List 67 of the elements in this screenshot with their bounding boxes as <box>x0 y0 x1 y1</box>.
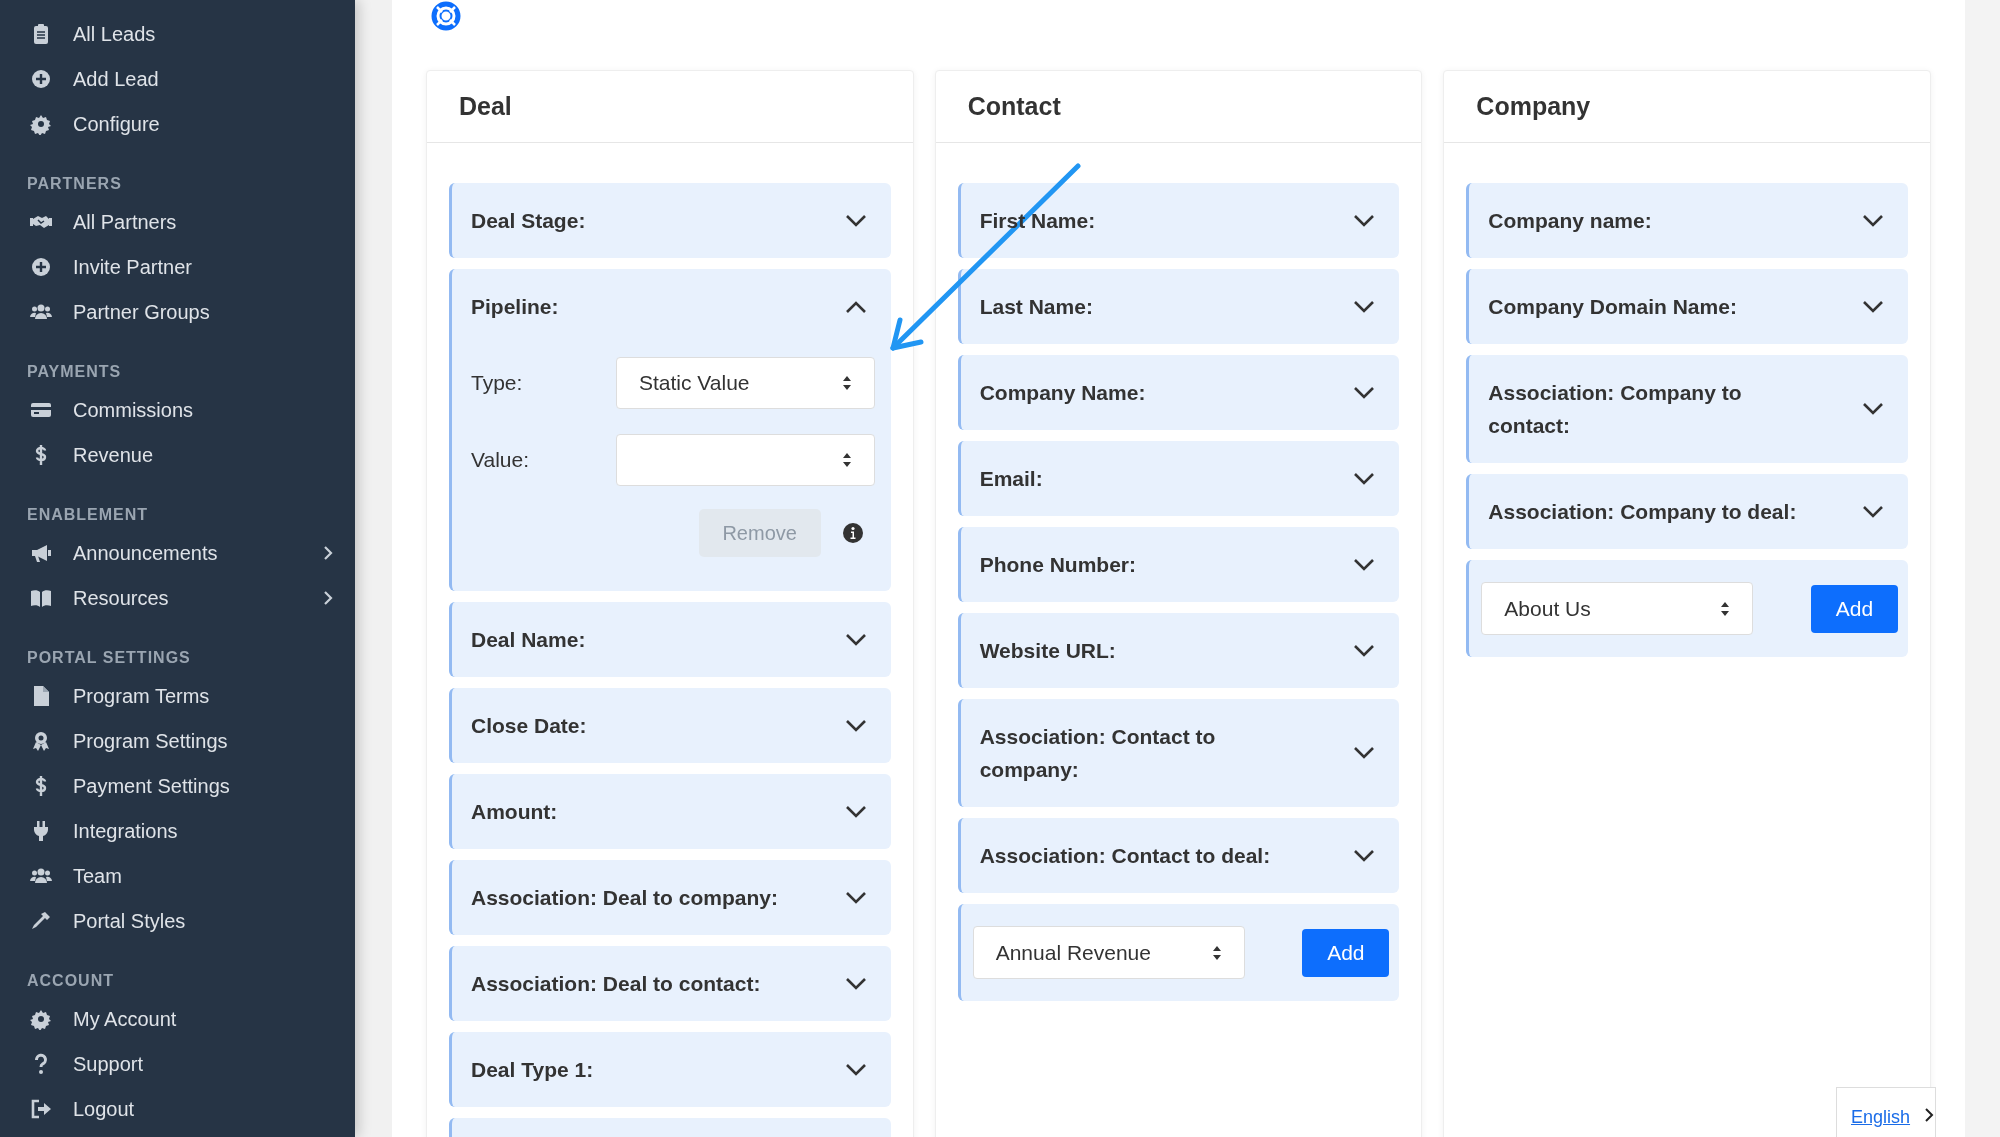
accordion-header[interactable]: Pipeline: <box>452 269 891 344</box>
section-heading: ACCOUNT <box>26 971 115 991</box>
accordion-header[interactable]: Website URL: <box>960 613 1400 688</box>
accordion-header[interactable]: Company Name: <box>960 355 1400 430</box>
section-heading: PORTAL SETTINGS <box>26 648 192 668</box>
sidebar-item[interactable]: All Partners <box>0 199 355 244</box>
accordion-header[interactable]: Association: Company to deal: <box>1469 474 1908 549</box>
info-icon[interactable] <box>842 523 863 543</box>
accordion-header[interactable]: Association: Contact to company: <box>960 699 1400 807</box>
sidebar-item[interactable]: Configure <box>0 101 355 146</box>
select-field[interactable]: Annual Revenue <box>972 926 1245 979</box>
sidebar-item[interactable]: Partner Groups <box>0 289 355 334</box>
section-heading: PAYMENTS <box>26 362 123 382</box>
plus-circle-icon <box>30 67 52 90</box>
accordion-header[interactable]: Last Name: <box>960 269 1400 344</box>
sort-caret-icon <box>841 452 852 468</box>
plus-circle-icon <box>30 255 52 278</box>
logout-icon <box>30 1097 52 1120</box>
eyedropper-icon <box>30 909 52 932</box>
accordion-header[interactable]: Deal Stage: <box>452 183 891 258</box>
accordion-header[interactable]: Association: Company to contact: <box>1469 355 1908 463</box>
card-title: Deal <box>459 90 512 122</box>
accordion-header[interactable]: Amount: <box>452 774 891 849</box>
award-icon <box>30 729 52 752</box>
sidebar-item[interactable]: Payment Settings <box>0 763 355 808</box>
card-title: Contact <box>967 90 1061 122</box>
sort-caret-icon <box>1720 600 1731 617</box>
sort-caret-icon <box>841 375 852 391</box>
sidebar-item[interactable]: Program Settings <box>0 718 355 763</box>
sidebar-item[interactable]: Integrations <box>0 808 355 853</box>
sidebar-item[interactable]: Resources <box>0 575 355 620</box>
accordion-header[interactable]: Phone Number: <box>960 527 1400 602</box>
sidebar-item[interactable]: Portal Styles <box>0 898 355 943</box>
section-heading: PARTNERS <box>26 174 123 194</box>
sidebar-item[interactable]: All Leads <box>0 11 355 56</box>
sidebar-item[interactable]: My Account <box>0 996 355 1041</box>
sidebar-item[interactable]: Program Terms <box>0 673 355 718</box>
language-link[interactable]: English <box>1851 1104 1911 1131</box>
sidebar-item[interactable]: Commissions <box>0 387 355 432</box>
section-heading: ENABLEMENT <box>26 505 150 525</box>
add-button[interactable]: Add <box>1302 928 1390 977</box>
field-label: Type: <box>471 370 524 397</box>
sidebar-item[interactable]: Invite Partner <box>0 244 355 289</box>
sidebar-item[interactable]: Support <box>0 1041 355 1086</box>
sidebar-item[interactable]: Logout <box>0 1086 355 1131</box>
sort-caret-icon <box>1211 944 1222 961</box>
sidebar-item[interactable]: Add Lead <box>0 56 355 101</box>
lifebuoy-icon[interactable] <box>430 0 462 32</box>
accordion-header[interactable]: Close Date: <box>452 688 891 763</box>
accordion-header[interactable]: Company Domain Name: <box>1469 269 1908 344</box>
chevron-icon <box>1924 1107 1935 1123</box>
select-field[interactable] <box>616 434 875 486</box>
accordion-header[interactable]: Deal Type 1: <box>452 1032 891 1107</box>
select-field[interactable]: Static Value <box>616 357 875 409</box>
field-label: Value: <box>471 447 530 474</box>
card-title: Company <box>1476 90 1591 122</box>
accordion-header[interactable]: Deal Name: <box>452 602 891 677</box>
sidebar-item[interactable]: Announcements <box>0 530 355 575</box>
select-field[interactable]: About Us <box>1481 582 1754 635</box>
accordion-header[interactable]: Association: Deal to contact: <box>452 946 891 1021</box>
accordion-header[interactable]: Company name: <box>1469 183 1908 258</box>
sidebar-item[interactable]: Revenue <box>0 432 355 477</box>
add-button[interactable]: Add <box>1811 584 1898 633</box>
accordion-header[interactable]: Email: <box>960 441 1400 516</box>
accordion-header[interactable]: Association: Deal to company: <box>452 860 891 935</box>
sidebar-item[interactable]: Team <box>0 853 355 898</box>
accordion-header[interactable]: Association: Contact to deal: <box>960 818 1400 893</box>
